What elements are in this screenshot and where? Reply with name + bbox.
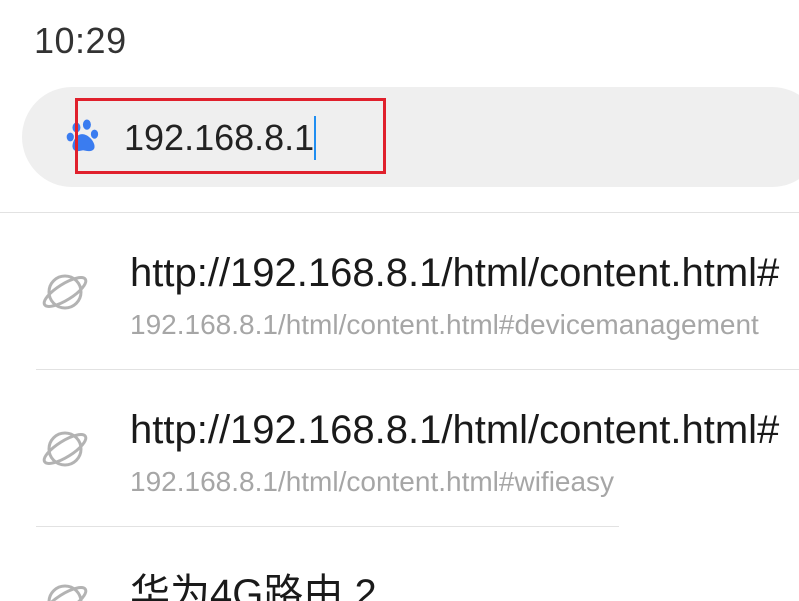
suggestion-title: http://192.168.8.1/html/content.html#: [130, 408, 780, 452]
suggestion-url: 192.168.8.1/html/content.html#wifieasy: [130, 466, 615, 497]
globe-icon: [42, 584, 88, 601]
browser-screen: 10:29 http://192.168.8.1/html/content.ht…: [0, 0, 799, 601]
status-time: 10:29: [34, 20, 127, 61]
suggestion-url: 192.168.8.1/html/content.html#devicemana…: [130, 309, 759, 340]
suggestion-item[interactable]: http://192.168.8.1/html/content.html# 19…: [0, 370, 799, 526]
globe-icon: [42, 274, 88, 310]
suggestion-title: http://192.168.8.1/html/content.html#: [130, 251, 780, 295]
annotation-highlight-box: [75, 98, 386, 174]
globe-icon: [42, 431, 88, 467]
suggestion-item[interactable]: http://192.168.8.1/html/content.html# 19…: [0, 213, 799, 369]
suggestion-item[interactable]: 华为4G路由 2: [0, 527, 799, 601]
suggestion-title: 华为4G路由 2: [130, 572, 377, 601]
